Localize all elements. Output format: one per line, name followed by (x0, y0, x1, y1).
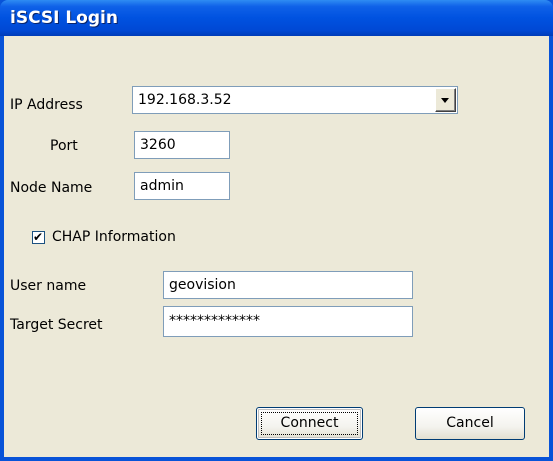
check-icon: ✔ (33, 230, 44, 244)
ip-address-label: IP Address (10, 97, 83, 113)
user-name-field[interactable]: geovision (163, 271, 413, 299)
node-name-field[interactable]: admin (134, 172, 230, 200)
chap-checkbox[interactable]: ✔ (32, 230, 45, 244)
dialog-body: IP Address 192.168.3.52 Port 3260 Node N… (4, 36, 549, 457)
port-field[interactable]: 3260 (134, 131, 230, 159)
cancel-button[interactable]: Cancel (415, 407, 525, 440)
iscsi-login-dialog: iSCSI Login IP Address 192.168.3.52 Port… (0, 0, 553, 461)
port-label: Port (50, 138, 78, 154)
target-secret-label: Target Secret (10, 317, 103, 333)
chevron-down-icon (441, 98, 449, 103)
node-name-label: Node Name (10, 180, 93, 196)
target-secret-field[interactable]: ************* (163, 306, 413, 337)
window-title: iSCSI Login (10, 8, 118, 28)
ip-address-dropdown-button[interactable] (435, 88, 456, 112)
connect-button[interactable]: Connect (256, 407, 363, 440)
ip-address-combobox[interactable]: 192.168.3.52 (132, 86, 458, 114)
user-name-label: User name (10, 278, 87, 294)
chap-label[interactable]: CHAP Information (52, 228, 176, 246)
ip-address-value: 192.168.3.52 (138, 92, 232, 108)
cancel-button-label: Cancel (446, 415, 494, 431)
connect-button-label: Connect (280, 415, 339, 431)
title-bar[interactable]: iSCSI Login (0, 0, 553, 36)
